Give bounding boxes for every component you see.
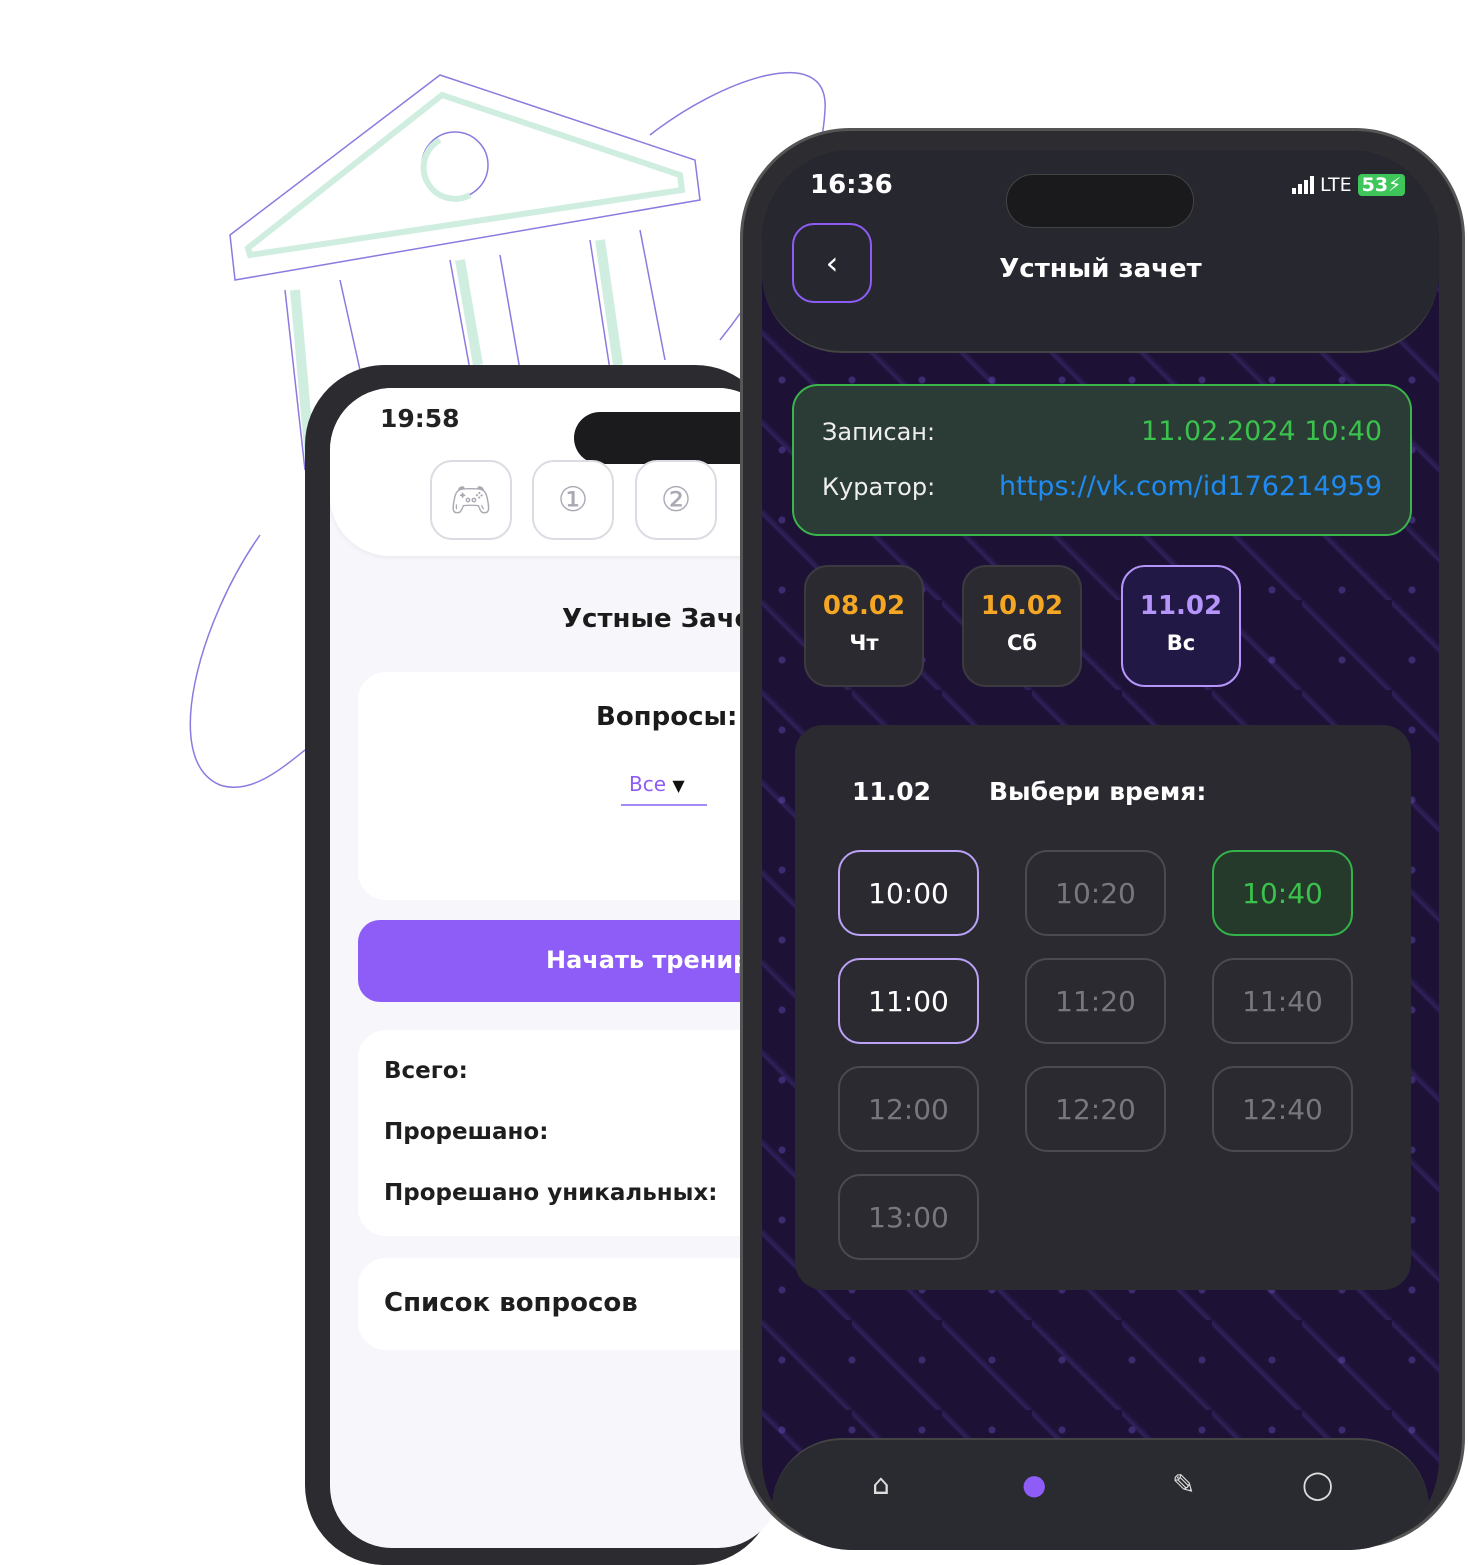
status-bar: LTE 53⚡︎ bbox=[1292, 174, 1406, 196]
panel-date: 11.02 bbox=[852, 777, 932, 806]
enrolled-label: Записан: bbox=[822, 418, 936, 446]
day-date: 11.02 bbox=[1139, 591, 1223, 621]
time-slot-selected[interactable]: 10:00 bbox=[838, 850, 979, 936]
panel-prompt: Выбери время: bbox=[989, 777, 1207, 806]
share-icon[interactable]: ● bbox=[1022, 1468, 1046, 1501]
battery-level: 53 bbox=[1361, 174, 1389, 196]
curator-label: Куратор: bbox=[822, 473, 936, 501]
day-card[interactable]: 08.02 Чт bbox=[804, 565, 924, 687]
stats-card: Всего: Прорешано: Прорешано уникальных: bbox=[358, 1030, 780, 1236]
start-training-button[interactable]: Начать тренир bbox=[358, 920, 780, 1002]
questions-label: Вопросы: bbox=[596, 702, 738, 732]
day-weekday: Чт bbox=[849, 631, 879, 655]
time-slot-disabled[interactable]: 11:20 bbox=[1025, 958, 1166, 1044]
question-list-label: Список вопросов bbox=[384, 1288, 638, 1318]
curator-link[interactable]: https://vk.com/id176214959 bbox=[999, 471, 1382, 502]
signal-icon bbox=[1292, 176, 1314, 194]
time-slot-disabled[interactable]: 11:40 bbox=[1212, 958, 1353, 1044]
status-time: 19:58 bbox=[380, 404, 460, 433]
day-card[interactable]: 10.02 Сб bbox=[962, 565, 1082, 687]
time-slot-disabled[interactable]: 13:00 bbox=[838, 1174, 979, 1260]
gamepad-icon: 🎮︎ bbox=[449, 480, 493, 520]
stat-solved: Прорешано: bbox=[384, 1119, 549, 1145]
time-slot-disabled[interactable]: 12:00 bbox=[838, 1066, 979, 1152]
status-time: 16:36 bbox=[810, 170, 893, 200]
profile-icon[interactable]: ◯ bbox=[1302, 1468, 1333, 1501]
time-slot-booked[interactable]: 10:40 bbox=[1212, 850, 1353, 936]
question-list-link[interactable]: Список вопросов bbox=[358, 1258, 780, 1350]
battery-icon: 53⚡︎ bbox=[1357, 174, 1406, 196]
dynamic-island bbox=[1006, 174, 1194, 228]
home-icon[interactable]: ⌂ bbox=[872, 1468, 890, 1501]
day-weekday: Сб bbox=[1006, 631, 1038, 655]
page-title: Устные Заче bbox=[562, 604, 753, 634]
day-card-selected[interactable]: 11.02 Вс bbox=[1121, 565, 1241, 687]
stat-solved-unique: Прорешано уникальных: bbox=[384, 1180, 718, 1206]
tab-2[interactable]: ② bbox=[635, 460, 717, 540]
chevron-down-icon: ▼ bbox=[672, 776, 685, 795]
time-slot-disabled[interactable]: 10:20 bbox=[1025, 850, 1166, 936]
time-slot-selected[interactable]: 11:00 bbox=[838, 958, 979, 1044]
filter-value: Все bbox=[629, 772, 667, 796]
day-date: 10.02 bbox=[980, 591, 1064, 621]
number-2-icon: ② bbox=[660, 480, 692, 520]
right-phone-screen: 16:36 LTE 53⚡︎ ‹ Устный зачет Записан: 1… bbox=[762, 150, 1439, 1550]
bottom-nav: ⌂ ● ✎ ◯ bbox=[772, 1438, 1429, 1550]
time-slot-disabled[interactable]: 12:40 bbox=[1212, 1066, 1353, 1152]
questions-card: Вопросы: Все ▼ bbox=[358, 672, 780, 900]
page-title: Устный зачет bbox=[999, 254, 1202, 284]
network-label: LTE bbox=[1320, 174, 1352, 196]
time-slot-disabled[interactable]: 12:20 bbox=[1025, 1066, 1166, 1152]
enrolled-value: 11.02.2024 10:40 bbox=[1141, 416, 1382, 447]
booking-info-card: Записан: 11.02.2024 10:40 Куратор: https… bbox=[792, 384, 1412, 536]
pencil-icon[interactable]: ✎ bbox=[1172, 1468, 1195, 1501]
tab-game[interactable]: 🎮︎ bbox=[430, 460, 512, 540]
tab-1[interactable]: ① bbox=[532, 460, 614, 540]
day-date: 08.02 bbox=[822, 591, 906, 621]
number-1-icon: ① bbox=[557, 480, 589, 520]
stat-total: Всего: bbox=[384, 1058, 468, 1084]
day-weekday: Вс bbox=[1166, 631, 1196, 655]
left-phone-screen: 19:58 🎮︎ ① ② Устные Заче Вопросы: Все ▼ … bbox=[330, 388, 780, 1548]
time-picker-panel: 11.02 Выбери время: 10:00 10:20 10:40 11:00… bbox=[795, 725, 1411, 1290]
filter-select[interactable]: Все ▼ bbox=[621, 772, 707, 806]
